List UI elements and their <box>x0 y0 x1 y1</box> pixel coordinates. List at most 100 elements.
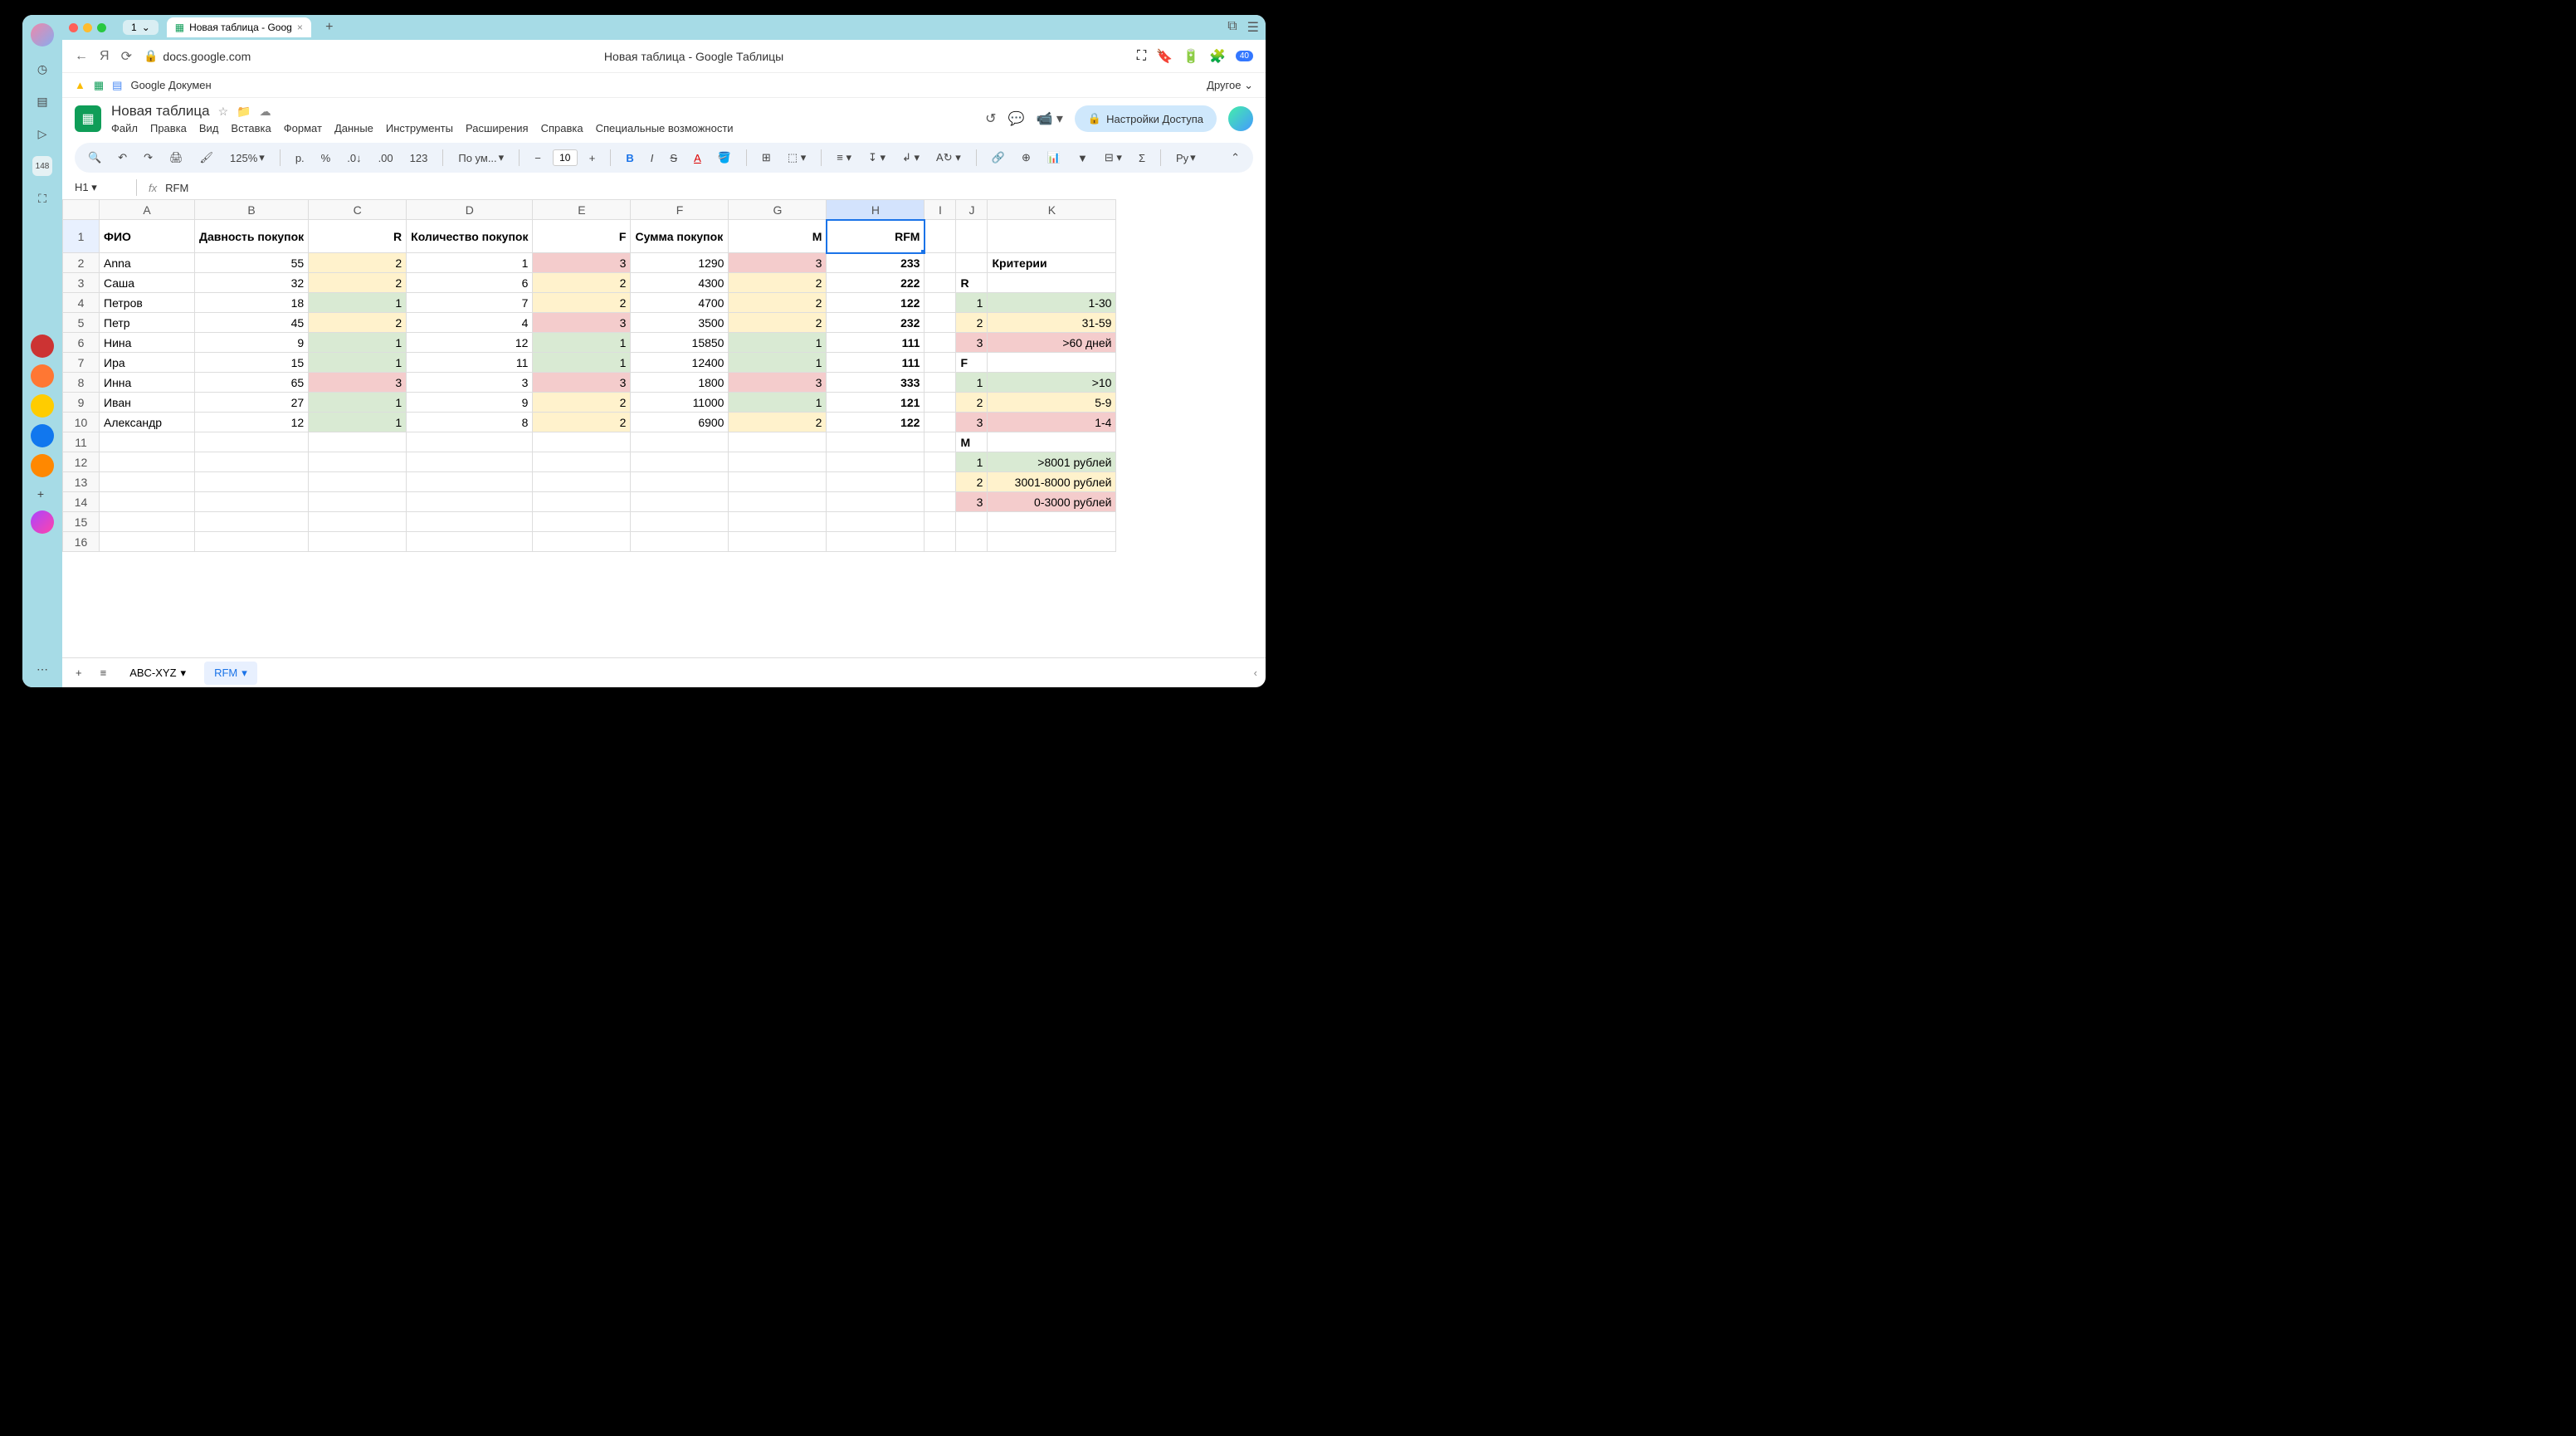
window-close-icon[interactable] <box>69 23 78 32</box>
cell[interactable]: Инна <box>100 373 195 393</box>
cell[interactable] <box>988 512 1116 532</box>
cell[interactable] <box>925 353 956 373</box>
cell[interactable] <box>925 492 956 512</box>
cell[interactable]: 1 <box>956 452 988 472</box>
cell[interactable] <box>729 492 827 512</box>
name-box[interactable]: H1 ▾ <box>75 181 124 194</box>
cell[interactable]: Критерии <box>988 253 1116 273</box>
cell[interactable]: 32 <box>195 273 309 293</box>
rotate-icon[interactable]: A↻ ▾ <box>931 148 966 168</box>
cell[interactable] <box>195 492 309 512</box>
user-avatar[interactable] <box>1228 106 1253 131</box>
collections-icon[interactable]: ▤ <box>32 91 52 111</box>
cell[interactable]: 111 <box>827 353 925 373</box>
document-title[interactable]: Новая таблица <box>111 103 210 120</box>
menu-edit[interactable]: Правка <box>150 122 187 134</box>
cell[interactable] <box>533 432 631 452</box>
cell[interactable] <box>533 532 631 552</box>
comments-icon[interactable]: 💬 <box>1008 110 1025 127</box>
cell[interactable]: 3 <box>729 373 827 393</box>
cell[interactable] <box>533 512 631 532</box>
cell[interactable]: 2 <box>729 273 827 293</box>
cell[interactable] <box>100 452 195 472</box>
window-minimize-icon[interactable] <box>83 23 92 32</box>
menu-help[interactable]: Справка <box>541 122 583 134</box>
row-header-14[interactable]: 14 <box>63 492 100 512</box>
cell[interactable]: Сумма покупок <box>631 220 729 253</box>
drive-icon[interactable]: ▲ <box>75 79 85 91</box>
menu-format[interactable]: Формат <box>284 122 322 134</box>
text-color-button[interactable]: A <box>689 149 706 168</box>
cell[interactable]: 3 <box>956 492 988 512</box>
sheet-tab-abcxyz[interactable]: ABC-XYZ ▾ <box>120 662 196 685</box>
cell[interactable]: 3 <box>956 413 988 432</box>
cell[interactable] <box>407 472 533 492</box>
wrap-icon[interactable]: ↲ ▾ <box>897 148 925 168</box>
col-header-D[interactable]: D <box>407 200 533 220</box>
cell[interactable]: 55 <box>195 253 309 273</box>
cell[interactable] <box>925 333 956 353</box>
cell[interactable]: 2 <box>729 313 827 333</box>
cell[interactable]: 1 <box>956 373 988 393</box>
cell[interactable] <box>309 452 407 472</box>
italic-button[interactable]: I <box>646 149 659 168</box>
cell[interactable]: 5-9 <box>988 393 1116 413</box>
cell[interactable] <box>925 220 956 253</box>
cell[interactable]: >8001 рублей <box>988 452 1116 472</box>
valign-icon[interactable]: ↧ ▾ <box>863 148 890 168</box>
cell[interactable]: R <box>309 220 407 253</box>
chart-icon[interactable]: 📊 <box>1042 148 1066 168</box>
col-header-B[interactable]: B <box>195 200 309 220</box>
cell-selected[interactable]: RFM <box>827 220 925 253</box>
format-number-button[interactable]: 123 <box>405 149 433 168</box>
cell[interactable]: 2 <box>533 273 631 293</box>
cell[interactable]: 12400 <box>631 353 729 373</box>
col-header-F[interactable]: F <box>631 200 729 220</box>
other-bookmarks[interactable]: Другое ⌄ <box>1207 79 1253 92</box>
cell[interactable]: 12 <box>195 413 309 432</box>
menu-file[interactable]: Файл <box>111 122 138 134</box>
col-header-A[interactable]: A <box>100 200 195 220</box>
menu-accessibility[interactable]: Специальные возможности <box>596 122 734 134</box>
cell[interactable]: R <box>956 273 988 293</box>
cell[interactable]: 232 <box>827 313 925 333</box>
cell[interactable] <box>407 512 533 532</box>
collapse-toolbar-icon[interactable]: ⌃ <box>1226 148 1245 168</box>
filter-views-icon[interactable]: ⊟ ▾ <box>1100 148 1127 168</box>
cell[interactable] <box>956 532 988 552</box>
menu-data[interactable]: Данные <box>334 122 373 134</box>
cell[interactable]: 1800 <box>631 373 729 393</box>
cell[interactable] <box>631 452 729 472</box>
cell[interactable]: 1 <box>729 393 827 413</box>
row-header-2[interactable]: 2 <box>63 253 100 273</box>
cell[interactable]: 0-3000 рублей <box>988 492 1116 512</box>
cell[interactable]: 1 <box>309 293 407 313</box>
sheet-tab-rfm[interactable]: RFM ▾ <box>204 662 257 685</box>
cell[interactable]: 2 <box>309 273 407 293</box>
cell[interactable]: 3 <box>729 253 827 273</box>
cell[interactable] <box>407 532 533 552</box>
cell[interactable]: 3 <box>533 373 631 393</box>
cell[interactable] <box>729 432 827 452</box>
cell[interactable]: Саша <box>100 273 195 293</box>
cell[interactable] <box>925 293 956 313</box>
cell[interactable]: 3 <box>956 333 988 353</box>
row-header-16[interactable]: 16 <box>63 532 100 552</box>
cell[interactable] <box>827 452 925 472</box>
pip-icon[interactable]: ⛶ <box>1137 49 1146 64</box>
cell[interactable] <box>988 273 1116 293</box>
download-badge[interactable]: 40 <box>1236 51 1253 61</box>
cell[interactable]: Давность покупок <box>195 220 309 253</box>
reload-icon[interactable]: ⟳ <box>121 48 132 65</box>
cell[interactable] <box>925 393 956 413</box>
share-button[interactable]: 🔒 Настройки Доступа <box>1075 105 1217 132</box>
cell[interactable]: 1 <box>407 253 533 273</box>
cell[interactable] <box>925 472 956 492</box>
cell[interactable] <box>533 452 631 472</box>
row-header-10[interactable]: 10 <box>63 413 100 432</box>
redo-icon[interactable]: ↷ <box>139 148 158 168</box>
filter-icon[interactable]: ▼ <box>1072 149 1093 168</box>
cell[interactable]: 233 <box>827 253 925 273</box>
cell[interactable]: 2 <box>956 393 988 413</box>
cell[interactable] <box>100 532 195 552</box>
